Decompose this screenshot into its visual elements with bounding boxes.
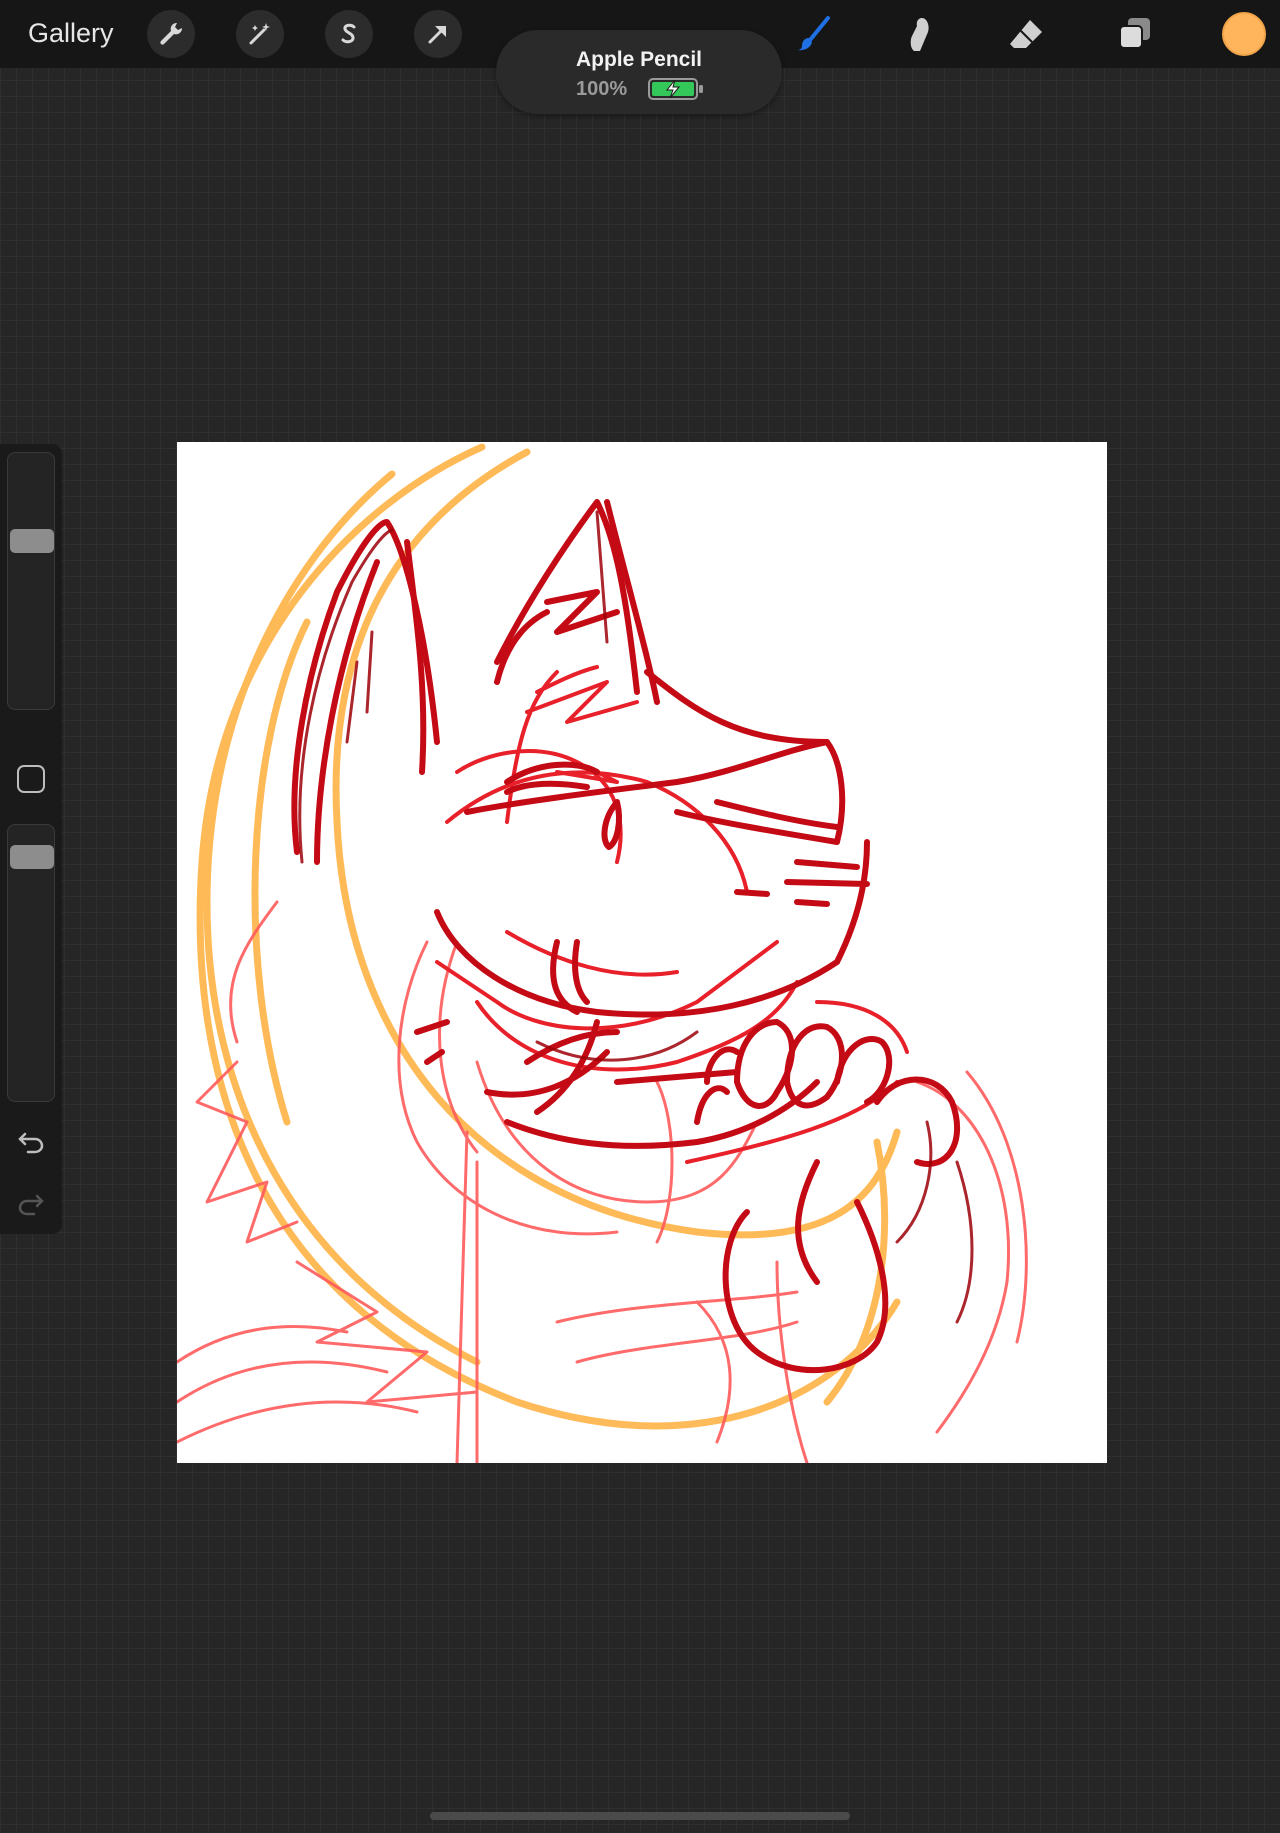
brush-size-slider[interactable] bbox=[7, 452, 55, 710]
pencil-battery-level: 100% bbox=[576, 78, 628, 100]
modify-button[interactable] bbox=[17, 765, 45, 793]
opacity-handle[interactable] bbox=[10, 845, 54, 869]
opacity-slider[interactable] bbox=[7, 824, 55, 1102]
gallery-button[interactable]: Gallery bbox=[28, 18, 114, 49]
wrench-icon[interactable] bbox=[147, 10, 195, 58]
brush-size-handle[interactable] bbox=[10, 529, 54, 553]
pencil-name: Apple Pencil bbox=[575, 48, 703, 71]
sketch-drawing bbox=[177, 443, 1028, 1463]
pencil-status-popup: Apple Pencil 100% bbox=[496, 30, 782, 114]
selection-s-icon[interactable] bbox=[325, 10, 373, 58]
undo-icon[interactable] bbox=[16, 1126, 46, 1156]
drawing-canvas[interactable] bbox=[177, 442, 1107, 1463]
home-indicator[interactable] bbox=[430, 1812, 850, 1820]
brush-icon[interactable] bbox=[792, 12, 836, 56]
magic-wand-icon[interactable] bbox=[236, 10, 284, 58]
color-picker-button[interactable] bbox=[1222, 12, 1266, 56]
left-sidebar bbox=[0, 444, 62, 1234]
smudge-icon[interactable] bbox=[898, 12, 942, 56]
eraser-icon[interactable] bbox=[1004, 12, 1048, 56]
redo-icon[interactable] bbox=[16, 1188, 46, 1218]
transform-arrow-icon[interactable] bbox=[414, 10, 462, 58]
layers-icon[interactable] bbox=[1112, 12, 1156, 56]
battery-icon bbox=[648, 78, 703, 100]
